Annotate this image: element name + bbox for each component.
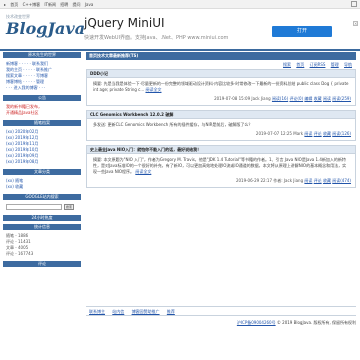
sidebar-search-button[interactable]: 搜索 <box>64 204 74 210</box>
post-stat[interactable]: 阅读 <box>304 131 312 136</box>
toolbar-link[interactable]: 首页 <box>296 62 304 67</box>
bottom-nav-link[interactable]: 站内信 <box>112 309 124 314</box>
post-stat[interactable]: 阅读(259) <box>332 96 351 101</box>
top-nav-jobs[interactable]: 招聘 <box>60 2 68 7</box>
top-nav-box-icon[interactable] <box>351 1 357 7</box>
main-content: 首页技术文章最新推荐(TS) 搜索 首页 订阅RSS 管理 导航 DDD小记 摘… <box>86 52 356 192</box>
post: DDD小记 摘要: 先是当我是体验一下·尽量更新的一份完整的领域驱动设计资料·内… <box>86 69 356 106</box>
post-stat[interactable]: 收藏 <box>314 96 322 101</box>
sidebar-search-head: GOOGLE站内搜索 <box>3 194 81 200</box>
ad-title[interactable]: jQuery MiniUI <box>84 16 165 30</box>
post-stat[interactable]: 阅读 <box>304 178 312 183</box>
read-more-link[interactable]: 阅读全文 <box>145 87 161 92</box>
sidebar: 原木先生的世界 新博客 · · · · · 联系我们 我的主页 · · · · … <box>3 52 81 270</box>
toolbar-link[interactable]: 管理 <box>331 62 339 67</box>
post: 史上最全Java NIO入门：就怕你不能入门的话，最好说给我！ 摘要: 本文原题… <box>86 145 356 188</box>
top-nav-arrow-icon: ▸ <box>4 2 7 7</box>
sidebar-comment-head: 评论 <box>3 261 81 267</box>
site-logo[interactable]: BlogJava <box>6 19 85 38</box>
top-nav-news[interactable]: IT新闻 <box>44 2 56 7</box>
main-bottom: 联系博主 站内信 博客园赞助推广 推荐 沪ICP备09004260号 © 201… <box>86 306 356 326</box>
post-meta: 2019-07-07 12:25 Mark <box>255 131 304 136</box>
bottom-nav: 联系博主 站内信 博客园赞助推广 推荐 <box>86 306 356 316</box>
stat-line: 评论 - 167743 <box>6 251 34 256</box>
top-nav-ask[interactable]: 提问 <box>73 2 81 7</box>
header-divider <box>0 49 360 51</box>
toolbar-link[interactable]: 订阅RSS <box>310 62 326 67</box>
sidebar-search-input[interactable] <box>6 204 62 210</box>
sidebar-stats-head: 统计信息 <box>3 224 81 230</box>
sidebar-blog-head: 原木先生的世界 <box>3 52 81 58</box>
post-meta: 2019-07-08 15:09 Jack Jiang <box>214 96 271 101</box>
read-more-link[interactable]: 阅读全文 <box>135 169 151 174</box>
toolbar-link[interactable]: 导航 <box>344 62 352 67</box>
bottom-nav-link[interactable]: 推荐 <box>167 309 175 314</box>
post-stat[interactable]: 阅读(16) <box>272 96 288 101</box>
post-stat[interactable]: 阅读(126) <box>332 131 351 136</box>
post-summary: 摘要: 本文原题为"NIO 入门"，作者为Gregory M. Travis，他… <box>93 157 347 174</box>
footer-icp-link[interactable]: 沪ICP备09004260号 <box>237 320 276 325</box>
top-nav-links: ▸ 首页 C++博客 IT新闻 招聘 提问 Java <box>4 2 96 8</box>
post-stat[interactable]: 收藏 <box>323 131 331 136</box>
ad-subtitle: 快速开发WebUI界面。支持Java、.Net、PHP www.miniui.c… <box>84 35 229 41</box>
sidebar-notice-head: 公告 <box>3 95 81 101</box>
top-nav-java[interactable]: Java <box>85 2 93 7</box>
footer: 沪ICP备09004260号 © 2019 BlogJava. 版权所有, 保留… <box>86 316 356 326</box>
notice-text: 开通精品Java社区 <box>6 110 39 115</box>
top-nav-home[interactable]: 首页 <box>10 2 18 7</box>
main-title: 首页技术文章最新推荐(TS) <box>86 52 356 60</box>
top-nav-cpp[interactable]: C++博客 <box>23 2 41 7</box>
post-summary: 多发送: 更新CLC Genomics Workbench 所有的插件缓存，与N… <box>93 122 253 127</box>
top-nav-bar: ▸ 首页 C++博客 IT新闻 招聘 提问 Java <box>0 0 360 9</box>
category-link[interactable]: (xx) 收藏 <box>6 184 78 190</box>
post-stat[interactable]: 阅读(474) <box>332 178 351 183</box>
sidebar-archive-head: 随笔档案 <box>3 120 81 126</box>
post-title[interactable]: CLC Genomics Workbench 12.0.2 破解 <box>87 111 355 119</box>
main-toolbar: 搜索 首页 订阅RSS 管理 导航 <box>86 60 356 69</box>
ad-close-icon[interactable]: × <box>353 21 358 26</box>
post-title[interactable]: DDD小记 <box>87 70 355 78</box>
footer-copyright: © 2019 BlogJava. 版权所有, 保留所有权利 <box>276 320 356 325</box>
post-summary: 摘要: 先是当我是体验一下·尽量更新的一份完整的领域驱动设计资料·内容比较多·时… <box>93 81 349 92</box>
post-stat[interactable]: 评论 <box>314 178 322 183</box>
post-stat[interactable]: 评论 <box>314 131 322 136</box>
ad-open-button[interactable]: 打开 <box>272 26 332 37</box>
post-title[interactable]: 史上最全Java NIO入门：就怕你不能入门的话，最好说给我！ <box>87 146 355 154</box>
post-meta: 2019-06-29 22:17 作者: Jack Jiang <box>235 178 304 183</box>
toolbar-link[interactable]: 搜索 <box>283 62 291 67</box>
sidebar-category-head: 文章分类 <box>3 169 81 175</box>
bottom-nav-link[interactable]: 联系博主 <box>89 309 105 314</box>
archive-link[interactable]: (xx) 2019年08月 <box>6 159 78 165</box>
post-stat[interactable]: 评论(0) <box>289 96 303 101</box>
post-stat[interactable]: 阅读 <box>323 96 331 101</box>
sidebar-hot-head: 24小时热度 <box>3 215 81 221</box>
post-stat[interactable]: 编辑 <box>304 96 312 101</box>
sidebar-blog-enter[interactable]: · · · 进入我的博客 · · · <box>6 85 78 91</box>
bottom-nav-link[interactable]: 博客园赞助推广 <box>132 309 160 314</box>
post-stat[interactable]: 收藏 <box>323 178 331 183</box>
post: CLC Genomics Workbench 12.0.2 破解 多发送: 更新… <box>86 110 356 141</box>
